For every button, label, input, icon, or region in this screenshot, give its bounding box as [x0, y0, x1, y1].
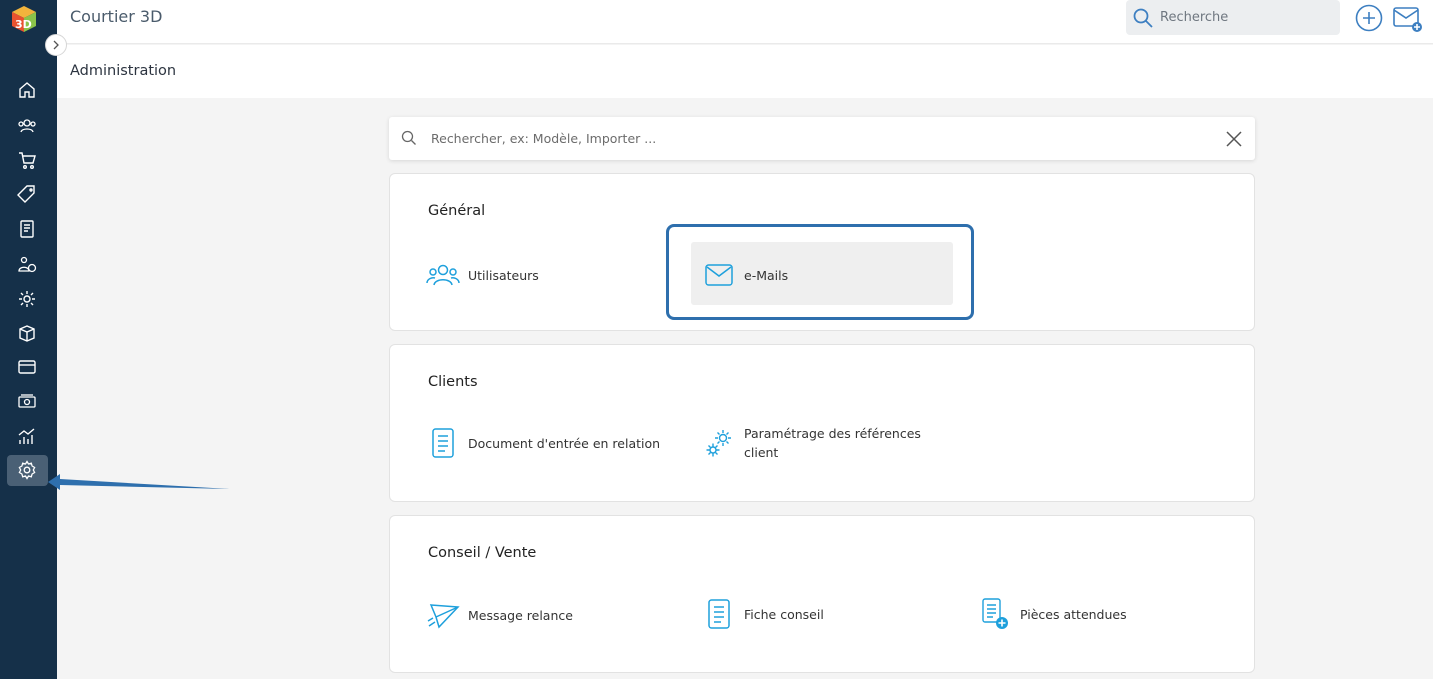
- add-button[interactable]: [1355, 4, 1383, 32]
- card-icon[interactable]: [16, 356, 38, 378]
- fiche-conseil-item[interactable]: Fiche conseil: [702, 599, 824, 629]
- section-clients-card: Clients: [389, 344, 1255, 502]
- search-icon: [401, 130, 416, 145]
- document-entree-label: Document d'entrée en relation: [468, 435, 661, 451]
- admin-search-input[interactable]: Rechercher, ex: Modèle, Importer ...: [389, 117, 1255, 160]
- people-money-icon[interactable]: [16, 254, 38, 276]
- notebook-icon[interactable]: [16, 218, 38, 240]
- home-icon[interactable]: [16, 79, 38, 101]
- close-icon[interactable]: [1225, 130, 1243, 148]
- users-item[interactable]: Utilisateurs: [426, 260, 539, 290]
- section-general-title: Général: [428, 203, 486, 219]
- top-header: Courtier 3D Recherche: [57, 0, 1433, 44]
- tag-icon[interactable]: [16, 183, 38, 205]
- money-icon[interactable]: [16, 391, 38, 413]
- sidebar-toggle-button[interactable]: [45, 34, 67, 56]
- global-search-input[interactable]: Recherche: [1126, 0, 1340, 35]
- emails-item[interactable]: e-Mails: [702, 260, 788, 290]
- admin-search-placeholder: Rechercher, ex: Modèle, Importer ...: [431, 131, 657, 146]
- chevron-right-icon: [53, 40, 59, 50]
- gears-icon: [702, 428, 736, 458]
- annotation-arrow: [48, 474, 230, 490]
- page-header: Administration: [57, 45, 1433, 98]
- new-mail-icon[interactable]: [1392, 4, 1424, 34]
- envelope-icon: [702, 260, 736, 290]
- users-icon[interactable]: [16, 115, 38, 137]
- pieces-attendues-item[interactable]: Pièces attendues: [978, 598, 1127, 629]
- emails-label: e-Mails: [744, 267, 789, 283]
- document-entree-item[interactable]: Document d'entrée en relation: [426, 428, 660, 458]
- message-relance-item[interactable]: Message relance: [426, 600, 573, 630]
- box-icon[interactable]: [16, 322, 38, 344]
- page-title: Administration: [70, 63, 177, 79]
- document-add-icon: [978, 598, 1012, 629]
- svg-text:3D: 3D: [15, 18, 32, 31]
- message-relance-label: Message relance: [468, 607, 573, 623]
- sidebar: 3D: [0, 0, 57, 679]
- references-client-item[interactable]: Paramétrage des références client: [702, 424, 942, 462]
- document-icon: [426, 428, 460, 458]
- chart-icon[interactable]: [16, 425, 38, 447]
- fiche-conseil-label: Fiche conseil: [744, 606, 824, 622]
- search-icon: [1133, 8, 1153, 28]
- gear-badge-icon[interactable]: [16, 288, 38, 310]
- users-icon: [426, 260, 460, 290]
- section-clients-title: Clients: [428, 374, 478, 390]
- users-label: Utilisateurs: [468, 267, 539, 283]
- settings-icon[interactable]: [16, 459, 38, 481]
- global-search-placeholder: Recherche: [1160, 10, 1229, 25]
- references-client-label: Paramétrage des références client: [744, 426, 921, 460]
- pieces-attendues-label: Pièces attendues: [1020, 606, 1127, 622]
- section-conseil-card: Conseil / Vente: [389, 515, 1255, 673]
- paper-plane-icon: [426, 600, 460, 630]
- cart-icon[interactable]: [16, 149, 38, 171]
- document-icon: [702, 599, 736, 629]
- app-title: Courtier 3D: [70, 7, 163, 26]
- section-conseil-title: Conseil / Vente: [428, 545, 537, 561]
- logo-icon[interactable]: 3D: [10, 4, 42, 34]
